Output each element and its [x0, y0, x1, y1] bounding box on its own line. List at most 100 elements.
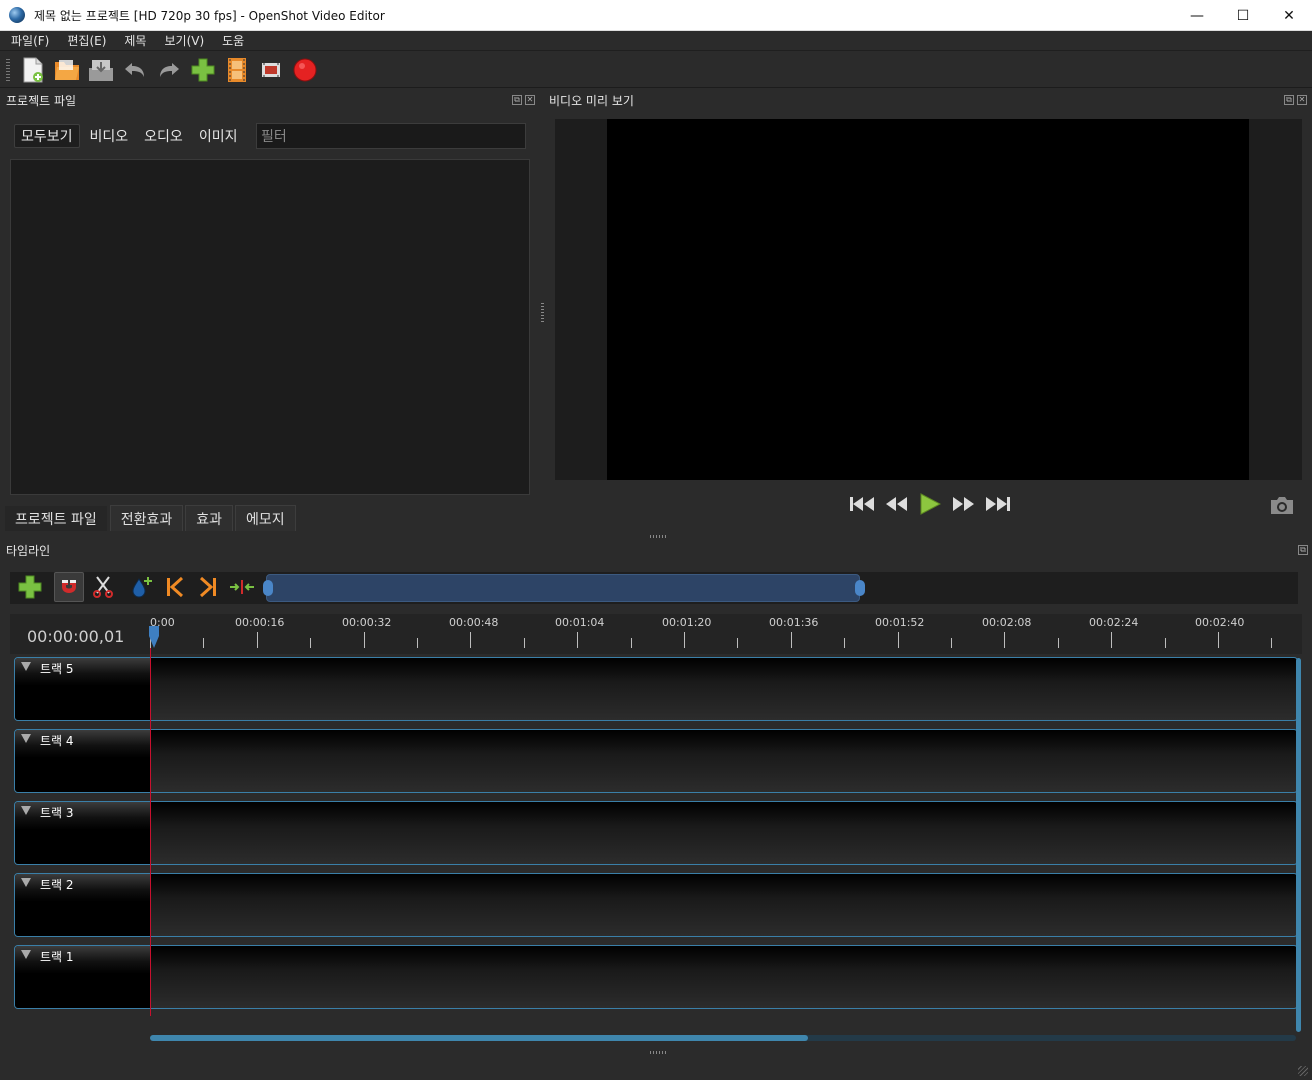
fullscreen-button[interactable]: [256, 55, 286, 85]
previous-marker-button[interactable]: [160, 572, 190, 602]
snapping-toggle[interactable]: [54, 572, 84, 602]
timeline-hscroll-thumb[interactable]: [150, 1035, 808, 1041]
track-label: 트랙 4: [40, 734, 74, 748]
center-timeline-button[interactable]: [227, 572, 257, 602]
track-collapse-icon[interactable]: [21, 734, 31, 743]
marker-icon: [132, 577, 152, 598]
timeline-vscroll[interactable]: [1296, 658, 1301, 1032]
minimize-button[interactable]: —: [1174, 0, 1220, 31]
ruler-tick: [524, 638, 525, 648]
snapshot-button[interactable]: [1268, 494, 1296, 516]
filter-all[interactable]: 모두보기: [14, 124, 80, 148]
ruler-tick: [257, 632, 258, 648]
add-marker-button[interactable]: [127, 572, 157, 602]
undo-icon: [125, 62, 144, 77]
zoom-handle-left[interactable]: [263, 580, 273, 596]
add-track-icon: [18, 575, 42, 599]
previous-marker-icon: [167, 576, 184, 598]
tab-emojis[interactable]: 에모지: [235, 505, 296, 531]
new-project-icon: [23, 57, 43, 82]
bottom-splitter[interactable]: [650, 1051, 666, 1054]
play-icon: [920, 493, 941, 515]
import-files-button[interactable]: [188, 55, 218, 85]
filter-search-input[interactable]: 필터: [256, 123, 526, 149]
maximize-button[interactable]: ☐: [1220, 0, 1266, 31]
menu-view[interactable]: 보기(V): [153, 32, 211, 49]
timeline-zoom-slider[interactable]: [266, 574, 860, 602]
close-dock-icon[interactable]: ✕: [525, 95, 535, 105]
export-record-icon: [293, 58, 317, 81]
track-row[interactable]: 트랙 5: [14, 657, 1298, 721]
undo-button[interactable]: [120, 55, 150, 85]
playback-controls: [848, 492, 1012, 516]
track-collapse-icon[interactable]: [21, 878, 31, 887]
ruler-tick: [1165, 638, 1166, 648]
save-project-button[interactable]: [86, 55, 116, 85]
ruler-tick: [1111, 632, 1112, 648]
filter-video[interactable]: 비디오: [84, 124, 135, 148]
open-project-icon: [55, 59, 79, 80]
play-button[interactable]: [916, 492, 944, 516]
tab-effects[interactable]: 효과: [185, 505, 234, 531]
zoom-handle-right[interactable]: [855, 580, 865, 596]
current-time-display: 00:00:00,01: [27, 627, 125, 646]
export-video-button[interactable]: [290, 55, 320, 85]
track-collapse-icon[interactable]: [21, 806, 31, 815]
track-header[interactable]: 트랙 1: [15, 946, 151, 1008]
ruler-tick: [310, 638, 311, 648]
track-collapse-icon[interactable]: [21, 662, 31, 671]
track-header[interactable]: 트랙 5: [15, 658, 151, 720]
camera-icon: [1271, 497, 1293, 514]
ruler-tick: [1004, 632, 1005, 648]
openshot-logo-icon: [9, 7, 25, 23]
ruler-tick: [737, 638, 738, 648]
menu-title[interactable]: 제목: [113, 32, 153, 49]
close-dock-icon[interactable]: ✕: [1297, 95, 1307, 105]
filter-image[interactable]: 이미지: [193, 124, 244, 148]
menu-help[interactable]: 도움: [211, 32, 251, 49]
horizontal-splitter[interactable]: [650, 535, 666, 538]
tab-project-files[interactable]: 프로젝트 파일: [4, 505, 108, 531]
rewind-button[interactable]: [882, 492, 910, 516]
ruler-label: 00:00:32: [342, 616, 392, 629]
ruler-tick: [470, 632, 471, 648]
track-header[interactable]: 트랙 2: [15, 874, 151, 936]
menu-file[interactable]: 파일(F): [0, 32, 56, 49]
vertical-splitter[interactable]: [541, 303, 544, 323]
float-dock-icon[interactable]: ⧉: [1284, 95, 1294, 105]
track-row[interactable]: 트랙 3: [14, 801, 1298, 865]
float-dock-icon[interactable]: ⧉: [512, 95, 522, 105]
jump-start-button[interactable]: [848, 492, 876, 516]
track-row[interactable]: 트랙 4: [14, 729, 1298, 793]
tab-transitions[interactable]: 전환효과: [109, 505, 184, 531]
ruler-tick: [844, 638, 845, 648]
menu-edit[interactable]: 편집(E): [56, 32, 113, 49]
jump-end-button[interactable]: [984, 492, 1012, 516]
project-files-list[interactable]: [10, 159, 530, 495]
open-project-button[interactable]: [52, 55, 82, 85]
new-project-button[interactable]: [18, 55, 48, 85]
ruler-tick: [417, 638, 418, 648]
filter-audio[interactable]: 오디오: [138, 124, 189, 148]
track-header[interactable]: 트랙 3: [15, 802, 151, 864]
ruler-label: 00:01:36: [769, 616, 819, 629]
add-track-button[interactable]: [15, 572, 45, 602]
float-dock-icon[interactable]: ⧉: [1298, 545, 1308, 555]
fast-forward-button[interactable]: [950, 492, 978, 516]
track-label: 트랙 1: [40, 950, 74, 964]
toolbar-grip[interactable]: [6, 58, 10, 81]
track-row[interactable]: 트랙 1: [14, 945, 1298, 1009]
ruler-tick: [1218, 632, 1219, 648]
next-marker-button[interactable]: [193, 572, 223, 602]
profile-button[interactable]: [222, 55, 252, 85]
playhead-handle[interactable]: [148, 626, 160, 648]
resize-grip[interactable]: [1298, 1066, 1308, 1076]
track-header[interactable]: 트랙 4: [15, 730, 151, 792]
redo-button[interactable]: [154, 55, 184, 85]
track-row[interactable]: 트랙 2: [14, 873, 1298, 937]
fast-forward-icon: [953, 497, 974, 511]
close-button[interactable]: ✕: [1266, 0, 1312, 31]
track-collapse-icon[interactable]: [21, 950, 31, 959]
ruler-tick: [684, 632, 685, 648]
razor-tool-button[interactable]: [88, 572, 118, 602]
